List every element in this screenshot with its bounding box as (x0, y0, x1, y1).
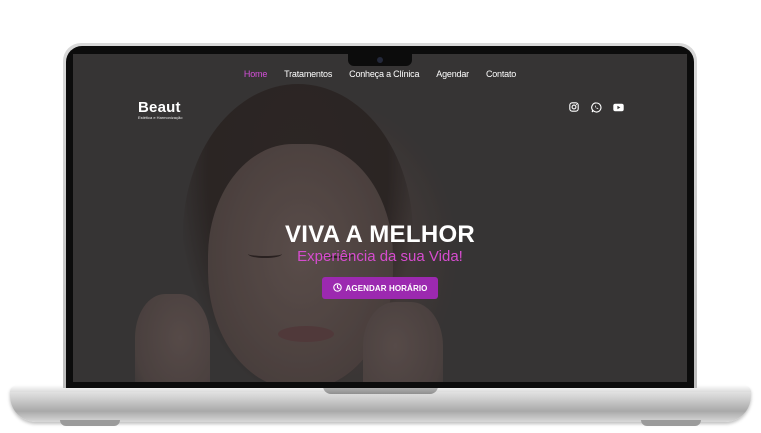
nav-item-home[interactable]: Home (244, 69, 267, 79)
logo[interactable]: Beaut Estética e Harmonização (138, 100, 182, 120)
instagram-icon[interactable] (568, 101, 580, 113)
nav-item-conheca-a-clinica[interactable]: Conheça a Clínica (349, 69, 419, 79)
hero-subtitle: Experiência da sua Vida! (297, 248, 463, 265)
clock-icon (332, 279, 342, 297)
nav-item-contato[interactable]: Contato (486, 69, 516, 79)
hero-title: VIVA A MELHOR (284, 221, 476, 248)
camera-icon (377, 57, 383, 63)
whatsapp-icon[interactable] (590, 101, 602, 113)
schedule-appointment-label: AGENDAR HORÁRIO (345, 283, 428, 293)
website-screen: Home Tratamentos Conheça a Clínica Agend… (73, 54, 687, 382)
social-links (568, 101, 624, 113)
laptop-foot-left (60, 420, 120, 426)
nav-item-agendar[interactable]: Agendar (436, 69, 469, 79)
nav-item-tratamentos[interactable]: Tratamentos (284, 69, 332, 79)
schedule-appointment-button[interactable]: AGENDAR HORÁRIO (322, 277, 438, 299)
youtube-icon[interactable] (612, 101, 624, 113)
laptop-foot-right (641, 420, 701, 426)
logo-subtitle: Estética e Harmonização (138, 115, 183, 120)
logo-title: Beaut (138, 99, 181, 116)
hero-heading-block: VIVA A MELHOR Experiência da sua Vida! (73, 221, 687, 266)
main-nav: Home Tratamentos Conheça a Clínica Agend… (73, 69, 687, 79)
laptop-mockup: Home Tratamentos Conheça a Clínica Agend… (0, 0, 761, 433)
screen-bottom-bezel (73, 382, 687, 388)
